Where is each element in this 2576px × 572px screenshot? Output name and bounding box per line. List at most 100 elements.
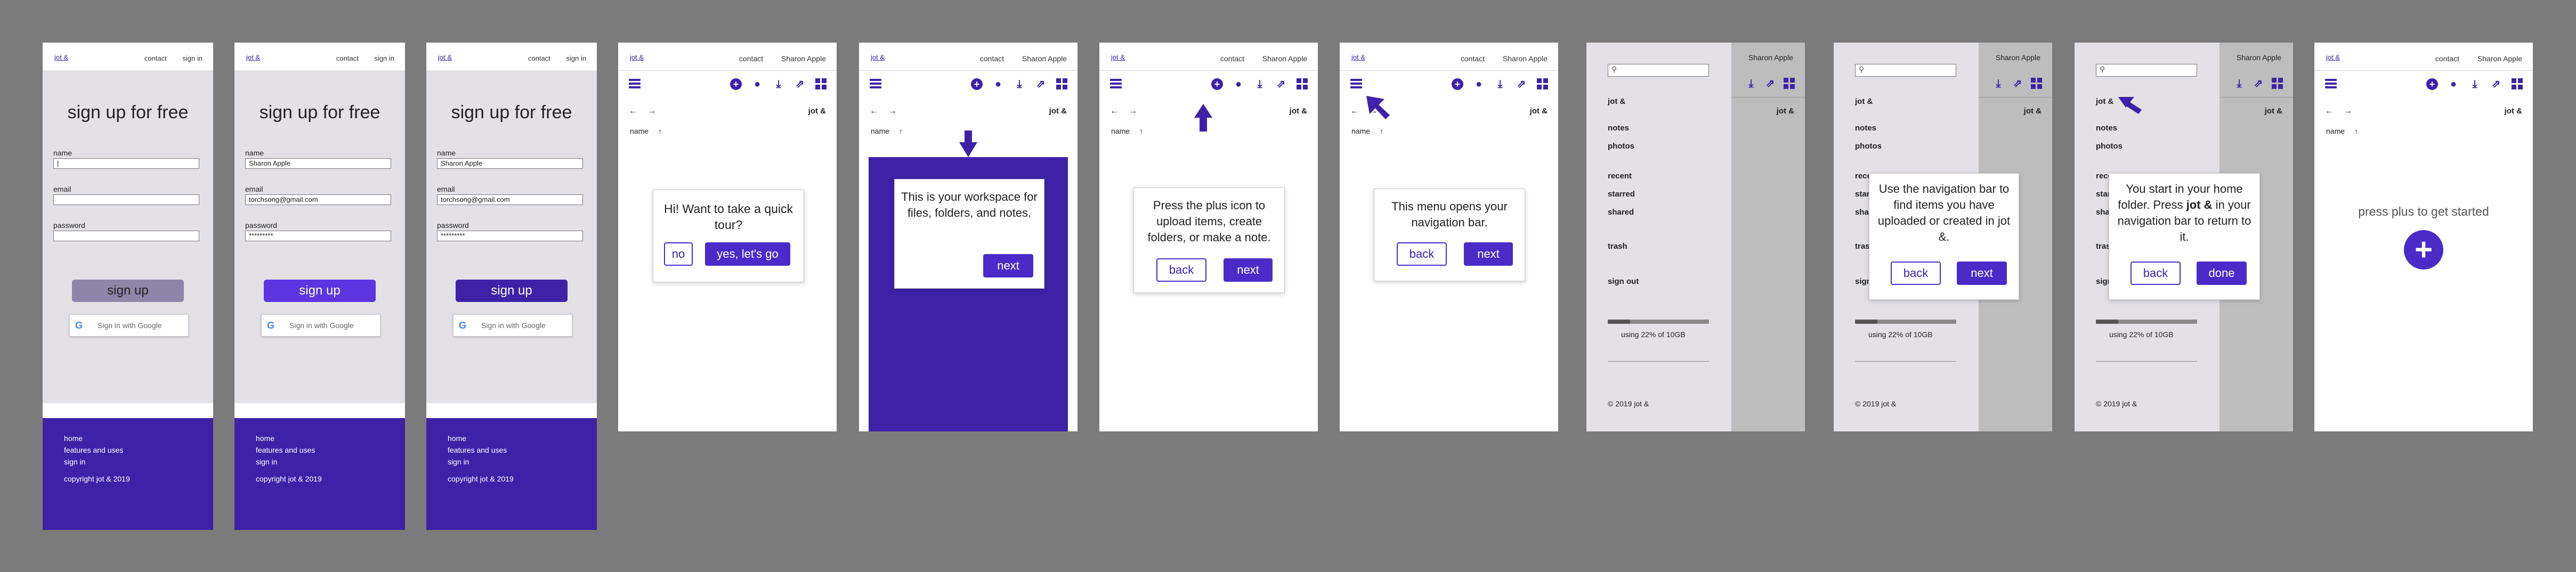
- sidebar-item-trash[interactable]: trash: [1608, 242, 1627, 251]
- sidebar-item-photos[interactable]: photos: [1855, 142, 1882, 151]
- share-icon[interactable]: ⇗: [1275, 78, 1287, 90]
- back-button[interactable]: back: [1397, 242, 1447, 266]
- plus-icon[interactable]: +: [1211, 78, 1223, 90]
- email-field[interactable]: torchsong@gmail.com: [245, 194, 391, 205]
- menu-icon[interactable]: [1350, 79, 1362, 88]
- menu-icon[interactable]: [1110, 79, 1122, 88]
- sign-up-button[interactable]: sign up: [264, 280, 376, 302]
- footer-home-link[interactable]: home: [256, 434, 274, 443]
- grid-icon[interactable]: [815, 78, 827, 90]
- sign-in-link[interactable]: sign in: [566, 54, 586, 62]
- grid-icon[interactable]: [1537, 78, 1549, 90]
- sidebar-item-notes[interactable]: notes: [1855, 124, 1876, 133]
- sidebar-item-recent[interactable]: recent: [1608, 171, 1632, 181]
- footer-sign-in-link[interactable]: sign in: [64, 457, 85, 466]
- sidebar-item-home[interactable]: jot &: [1855, 97, 1873, 106]
- name-field[interactable]: Sharon Apple: [437, 158, 583, 169]
- logo[interactable]: jot &: [246, 53, 260, 61]
- column-header[interactable]: name ↑: [871, 127, 903, 135]
- sort-arrow-icon[interactable]: ↑: [2354, 127, 2358, 135]
- google-sign-in-button[interactable]: G Sign in with Google: [69, 314, 189, 337]
- user-name[interactable]: Sharon Apple: [1022, 54, 1067, 63]
- plus-icon[interactable]: +: [971, 78, 983, 90]
- footer-home-link[interactable]: home: [448, 434, 466, 443]
- logo[interactable]: jot &: [1111, 53, 1125, 61]
- google-sign-in-button[interactable]: G Sign in with Google: [261, 314, 380, 337]
- password-field[interactable]: *********: [245, 231, 391, 241]
- no-button[interactable]: no: [664, 242, 693, 266]
- sign-up-button[interactable]: sign up: [72, 280, 184, 302]
- forward-arrow-icon[interactable]: →: [888, 107, 897, 116]
- share-icon[interactable]: ⇗: [1764, 78, 1776, 89]
- footer-sign-in-link[interactable]: sign in: [256, 457, 277, 466]
- breadcrumb-home[interactable]: jot &: [1530, 107, 1548, 116]
- column-header[interactable]: name ↑: [630, 127, 662, 135]
- back-arrow-icon[interactable]: ←: [1110, 107, 1119, 116]
- sidebar-item-notes[interactable]: notes: [2096, 124, 2117, 133]
- back-arrow-icon[interactable]: ←: [870, 107, 878, 116]
- sort-arrow-icon[interactable]: ↑: [899, 127, 903, 135]
- menu-icon[interactable]: [629, 79, 641, 88]
- sidebar-item-shared[interactable]: shared: [1608, 208, 1634, 217]
- share-icon[interactable]: ⇗: [2253, 78, 2264, 89]
- column-header[interactable]: name ↑: [1351, 127, 1383, 135]
- plus-icon[interactable]: +: [2426, 78, 2438, 90]
- contact-link[interactable]: contact: [1220, 54, 1244, 63]
- back-arrow-icon[interactable]: ←: [629, 107, 637, 116]
- next-button[interactable]: next: [1224, 258, 1273, 282]
- grid-icon[interactable]: [1297, 78, 1308, 90]
- share-icon[interactable]: ⇗: [2490, 78, 2502, 90]
- next-button[interactable]: next: [1464, 242, 1513, 266]
- search-input[interactable]: ⚲: [1608, 64, 1709, 77]
- next-button[interactable]: next: [1957, 262, 2007, 285]
- user-name[interactable]: Sharon Apple: [1503, 54, 1548, 63]
- user-name[interactable]: Sharon Apple: [2477, 54, 2522, 63]
- contact-link[interactable]: contact: [739, 54, 763, 63]
- user-name[interactable]: Sharon Apple: [2237, 53, 2281, 62]
- grid-icon[interactable]: [2512, 78, 2523, 90]
- download-icon[interactable]: ⤓: [2469, 78, 2481, 90]
- download-icon[interactable]: ⤓: [2233, 78, 2245, 89]
- chat-icon[interactable]: ●: [2448, 78, 2459, 90]
- sidebar-item-home[interactable]: jot &: [1608, 97, 1625, 106]
- download-icon[interactable]: ⤓: [1992, 78, 2004, 89]
- menu-icon[interactable]: [2325, 79, 2337, 88]
- name-field[interactable]: |: [53, 158, 199, 169]
- grid-icon[interactable]: [1784, 78, 1795, 89]
- logo[interactable]: jot &: [1351, 53, 1365, 61]
- sign-in-link[interactable]: sign in: [374, 54, 394, 62]
- share-icon[interactable]: ⇗: [1035, 78, 1047, 90]
- search-input[interactable]: ⚲: [1855, 64, 1956, 77]
- footer-sign-in-link[interactable]: sign in: [448, 457, 469, 466]
- logo[interactable]: jot &: [54, 53, 68, 61]
- share-icon[interactable]: ⇗: [1516, 78, 1527, 90]
- user-name[interactable]: Sharon Apple: [1996, 53, 2040, 62]
- back-button[interactable]: back: [2131, 262, 2181, 285]
- contact-link[interactable]: contact: [336, 54, 359, 62]
- download-icon[interactable]: ⤓: [1494, 78, 1506, 90]
- menu-icon[interactable]: [870, 79, 881, 88]
- forward-arrow-icon[interactable]: →: [2344, 107, 2352, 116]
- logo[interactable]: jot &: [871, 53, 885, 61]
- share-icon[interactable]: ⇗: [794, 78, 806, 90]
- google-sign-in-button[interactable]: G Sign in with Google: [453, 314, 572, 337]
- logo[interactable]: jot &: [438, 53, 452, 61]
- contact-link[interactable]: contact: [528, 54, 550, 62]
- forward-arrow-icon[interactable]: →: [1369, 107, 1378, 116]
- email-field[interactable]: torchsong@gmail.com: [437, 194, 583, 205]
- chat-icon[interactable]: ●: [1233, 78, 1244, 90]
- download-icon[interactable]: ⤓: [1745, 78, 1757, 89]
- done-button[interactable]: done: [2197, 262, 2247, 285]
- contact-link[interactable]: contact: [144, 54, 167, 62]
- password-field[interactable]: *********: [437, 231, 583, 241]
- sidebar-item-notes[interactable]: notes: [1608, 124, 1629, 133]
- forward-arrow-icon[interactable]: →: [647, 107, 656, 116]
- contact-link[interactable]: contact: [2435, 54, 2459, 63]
- grid-icon[interactable]: [2272, 78, 2283, 89]
- download-icon[interactable]: ⤓: [773, 78, 784, 90]
- user-name[interactable]: Sharon Apple: [781, 54, 826, 63]
- chat-icon[interactable]: ●: [992, 78, 1004, 90]
- plus-icon[interactable]: +: [730, 78, 742, 90]
- grid-icon[interactable]: [1056, 78, 1068, 90]
- password-field[interactable]: [53, 231, 199, 241]
